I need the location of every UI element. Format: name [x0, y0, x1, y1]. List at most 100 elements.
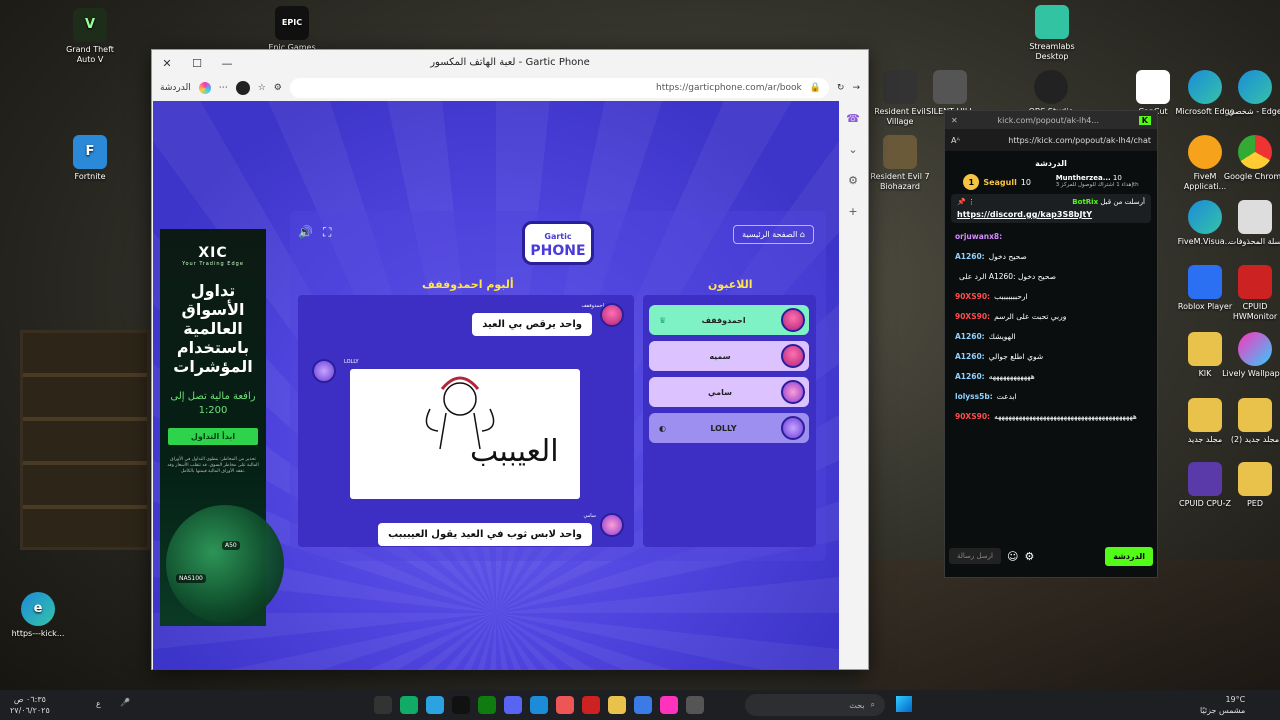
gift-leaderboard: 1 Seagull 10 Muntherzea... 10 إهداء 1 اش…: [945, 174, 1157, 190]
player-row: ◐ LOLLY: [649, 413, 809, 443]
ad-cta-button[interactable]: ابدأ التداول: [168, 428, 258, 445]
folder-icon[interactable]: [608, 696, 626, 714]
chat-text: الهويشك: [988, 332, 1016, 341]
desktop-icon-new-folder-2[interactable]: (2) مجلد جديد: [1222, 398, 1280, 445]
settings-icon[interactable]: ⚙: [1024, 550, 1034, 563]
copilot-icon[interactable]: [660, 696, 678, 714]
emoji-icon[interactable]: ☺: [1007, 550, 1018, 563]
epic-games-icon[interactable]: [452, 696, 470, 714]
advertisement[interactable]: XIC Your Trading Edge تداول الأسواق العال…: [160, 229, 284, 626]
app-icon[interactable]: [582, 696, 600, 714]
reader-icon[interactable]: Aᴬ: [951, 136, 960, 145]
gartic-tab-icon[interactable]: ☎: [846, 112, 860, 125]
discord-icon[interactable]: [504, 696, 522, 714]
profile-avatar[interactable]: [235, 81, 250, 95]
fullscreen-icon[interactable]: ⛶: [323, 225, 331, 240]
wallpaper-shelf: [20, 330, 150, 550]
edge-icon[interactable]: [530, 696, 548, 714]
chat-username: A1260:: [955, 332, 985, 341]
chat-messages: orjuwanx8: A1260: صحيح دخول الرد على A1260:…: [945, 227, 1157, 427]
weather[interactable]: 19°C مشمس جزئيًا: [1200, 694, 1245, 716]
address-bar[interactable]: https://garticphone.com/ar/book 🔒: [289, 78, 829, 98]
streamlabs-icon: [1035, 5, 1069, 39]
hwmonitor-icon: [1238, 265, 1272, 299]
settings-icon[interactable]: ⚙: [848, 174, 858, 187]
app-icon[interactable]: [634, 696, 652, 714]
xbox-icon[interactable]: [478, 696, 496, 714]
chat-message: lolyss5b: ابدعت: [945, 387, 1157, 407]
fivem-icon: [1188, 135, 1222, 169]
chat-message: A1260: ههههههههههههه: [945, 367, 1157, 387]
copilot-icon[interactable]: [198, 82, 211, 94]
title-bar: ✕ ☐ — لعبة الهاتف المكسور - Gartic Phone: [152, 50, 868, 76]
favorites-icon[interactable]: ☆: [258, 83, 266, 93]
volume-icon[interactable]: 🔊: [298, 225, 313, 240]
chat-send-button[interactable]: الدردشة: [1105, 546, 1153, 566]
desktop-icon-label: Streamlabs Desktop: [1029, 42, 1075, 61]
player-name: LOLLY: [710, 423, 737, 433]
taskbar-search[interactable]: بحث ⌕: [745, 694, 885, 716]
chat-username: 90XS90:: [955, 312, 991, 321]
avatar: [600, 303, 624, 327]
pin-icon[interactable]: 📌 ⋮: [957, 198, 975, 206]
chat-message: 90XS90: وربي تحبت على الرسم: [945, 307, 1157, 327]
chat-username: orjuwanx8:: [955, 232, 1003, 241]
obs-icon: [1034, 70, 1068, 104]
chevron-down-icon[interactable]: ⌄: [848, 143, 857, 156]
add-icon[interactable]: +: [848, 205, 857, 218]
desktop-icon-edge-personal[interactable]: شخصي - Edge: [1222, 70, 1280, 117]
chat-text: ابدعت: [996, 392, 1017, 401]
microphone-icon[interactable]: 🎤: [120, 698, 130, 707]
desktop-icon-kik[interactable]: KIK: [1172, 332, 1238, 379]
app-icon[interactable]: [400, 696, 418, 714]
more-icon[interactable]: ⋯: [219, 83, 228, 93]
desktop-icon-re7[interactable]: Resident Evil 7 Biohazard: [867, 135, 933, 192]
desktop-icon-recycle-bin[interactable]: سلة المحذوفات: [1222, 200, 1280, 247]
home-button[interactable]: الصفحة الرئيسية ⌂: [733, 225, 814, 244]
app-icon[interactable]: [686, 696, 704, 714]
taskbar-apps: [370, 696, 708, 714]
desktop-icon-kick-shortcut[interactable]: e https---kick...: [5, 592, 71, 639]
taskbar: ٠٦:٣٥ ص ٢٧/٠٦/٢٠٢٥ ع 🎤 بحث ⌕ 19°C مشمس جزئي…: [0, 690, 1280, 720]
close-icon[interactable]: ✕: [951, 116, 958, 125]
extensions-icon[interactable]: ⚙: [274, 83, 282, 93]
windows-start-icon[interactable]: [896, 696, 912, 712]
album-username: LOLLY: [344, 359, 359, 365]
desktop-icon-label: Fortnite: [74, 172, 106, 181]
roblox-icon: [1188, 265, 1222, 299]
ad-logo: XIC Your Trading Edge: [182, 245, 244, 267]
chat-message: A1260: شوي اطلع جوالي: [945, 347, 1157, 367]
avatar: [781, 416, 805, 440]
language-indicator[interactable]: ع: [96, 699, 101, 708]
chat-username: lolyss5b:: [955, 392, 993, 401]
gartic-game-panel: 🔊 ⛶ Gartic PHONE الصفحة الرئيسية ⌂ ألبوم …: [290, 211, 826, 561]
desktop-icon-chrome[interactable]: Google Chrome: [1222, 135, 1280, 182]
chat-input[interactable]: ارسل رسالة: [949, 548, 1001, 564]
app-icon[interactable]: [556, 696, 574, 714]
clock[interactable]: ٠٦:٣٥ ص ٢٧/٠٦/٢٠٢٥: [10, 694, 50, 716]
app-icon[interactable]: [374, 696, 392, 714]
folder-icon: [1188, 398, 1222, 432]
ad-tag-a50: A50: [222, 541, 240, 550]
kick-chat-window: ✕ kick.com/popout/ak-lh4... K Aᴬ https:/…: [944, 110, 1158, 578]
discord-link[interactable]: https://discord.gg/kap3S8bJtY: [957, 210, 1145, 219]
telegram-icon[interactable]: [426, 696, 444, 714]
desktop-icon-gta[interactable]: V Grand Theft Auto V: [57, 8, 123, 65]
edge-icon: [1188, 200, 1222, 234]
desktop-icon-epic[interactable]: EPIC Epic Games: [259, 6, 325, 53]
forward-icon[interactable]: →: [852, 83, 860, 93]
avatar: [780, 308, 805, 332]
player-name: سامي: [708, 387, 732, 397]
chat-text: شوي اطلع جوالي: [988, 352, 1044, 361]
ad-tag-nas100: NAS100: [176, 574, 206, 583]
album-message: واحد لابس ثوب في العيد يقول العيبببب: [378, 523, 592, 546]
desktop-icon-fortnite[interactable]: F Fortnite: [57, 135, 123, 182]
pinned-message: 📌 ⋮ BotRix أرسلت من قبل https://discord.…: [951, 194, 1151, 223]
chat-button[interactable]: الدردشة: [160, 83, 191, 93]
desktop-icon-hwmonitor[interactable]: CPUID HWMonitor: [1222, 265, 1280, 322]
desktop-icon-streamlabs[interactable]: Streamlabs Desktop: [1019, 5, 1085, 62]
kick-address-bar[interactable]: Aᴬ https://kick.com/popout/ak-lh4/chat: [945, 129, 1157, 151]
refresh-icon[interactable]: ↻: [837, 83, 845, 93]
desktop-icon-ped[interactable]: PED: [1222, 462, 1280, 509]
browser-window: ✕ ☐ — لعبة الهاتف المكسور - Gartic Phone…: [151, 49, 869, 670]
